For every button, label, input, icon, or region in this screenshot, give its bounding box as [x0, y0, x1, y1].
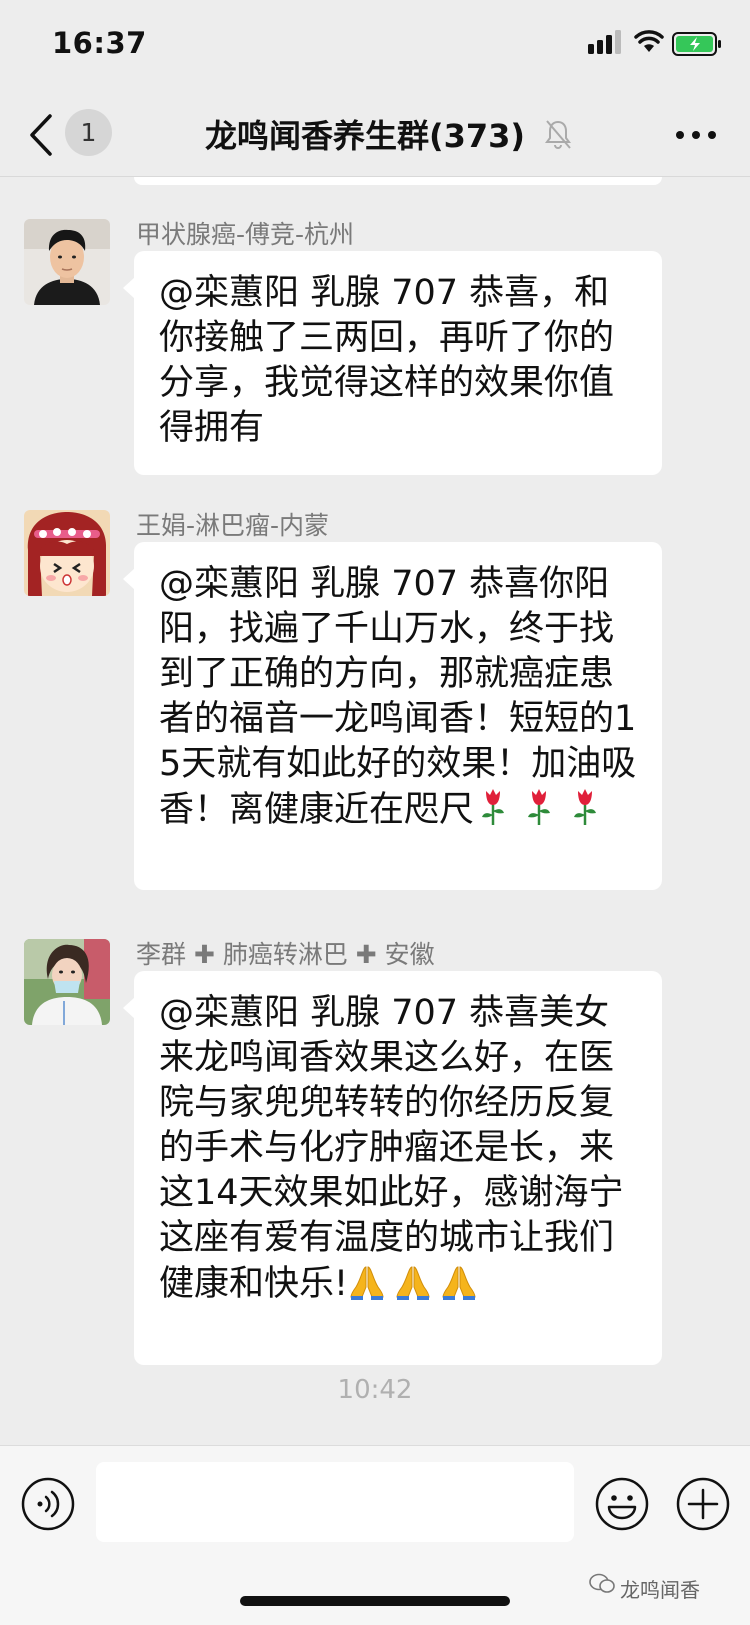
battery-charging-icon	[672, 32, 721, 56]
wifi-icon	[634, 30, 664, 52]
sender-name: 甲状腺癌-傅竞-杭州	[136, 220, 355, 249]
status-time: 16:37	[52, 26, 147, 60]
add-plus-icon[interactable]	[675, 1476, 731, 1532]
watermark: 龙鸣闻香	[589, 1573, 700, 1603]
voice-input-icon[interactable]	[20, 1476, 76, 1532]
folded-hands-icon	[442, 1266, 476, 1300]
rose-icon	[574, 789, 597, 825]
message-text: @栾蕙阳 乳腺 707 恭喜美女来龙鸣闻香效果这么好，在医院与家兜兜转转的你经历…	[159, 993, 624, 1304]
more-options-icon[interactable]	[673, 120, 719, 150]
avatar[interactable]	[24, 939, 110, 1025]
mute-bell-icon	[545, 120, 571, 149]
rose-icon	[482, 789, 505, 825]
folded-hands-emoji-row	[348, 1261, 486, 1307]
message-bubble[interactable]: @栾蕙阳 乳腺 707 恭喜美女来龙鸣闻香效果这么好，在医院与家兜兜转转的你经历…	[123, 971, 662, 1365]
watermark-text: 龙鸣闻香	[620, 1578, 700, 1602]
status-bar: 16:37	[0, 0, 750, 94]
emoji-icon[interactable]	[594, 1476, 650, 1532]
message-input[interactable]	[96, 1462, 574, 1542]
rose-emoji-row	[474, 787, 612, 833]
avatar[interactable]	[24, 219, 110, 305]
previous-message-bubble	[134, 177, 662, 185]
message-bubble[interactable]: @栾蕙阳 乳腺 707 恭喜你阳阳，找遍了千山万水，终于找到了正确的方向，那就癌…	[123, 542, 662, 890]
home-indicator	[240, 1596, 510, 1606]
avatar[interactable]	[24, 510, 110, 596]
sender-name: 王娟-淋巴瘤-内蒙	[136, 511, 330, 540]
chat-header: 1 龙鸣闻香养生群(373)	[0, 94, 750, 177]
message-bubble[interactable]: @栾蕙阳 乳腺 707 恭喜，和你接触了三两回，再听了你的分享，我觉得这样的效果…	[123, 251, 662, 475]
folded-hands-icon	[350, 1266, 384, 1300]
chat-title: 龙鸣闻香养生群(373)	[205, 117, 526, 155]
back-chevron-icon[interactable]	[26, 112, 56, 158]
rose-icon	[528, 789, 551, 825]
folded-hands-icon	[396, 1266, 430, 1300]
message-list[interactable]: 甲状腺癌-傅竞-杭州 @栾蕙阳 乳腺 707 恭喜，和你接触了三两回，再听了你的…	[0, 177, 750, 1445]
message-text: @栾蕙阳 乳腺 707 恭喜，和你接触了三两回，再听了你的分享，我觉得这样的效果…	[159, 273, 615, 448]
time-divider: 10:42	[337, 1375, 413, 1405]
unread-count-badge[interactable]: 1	[65, 109, 112, 156]
sender-name: 李群 ✚ 肺癌转淋巴 ✚ 安徽	[136, 940, 435, 969]
input-bar: 龙鸣闻香	[0, 1445, 750, 1625]
wechat-official-account-icon	[589, 1573, 615, 1593]
cellular-signal-icon	[588, 30, 621, 54]
